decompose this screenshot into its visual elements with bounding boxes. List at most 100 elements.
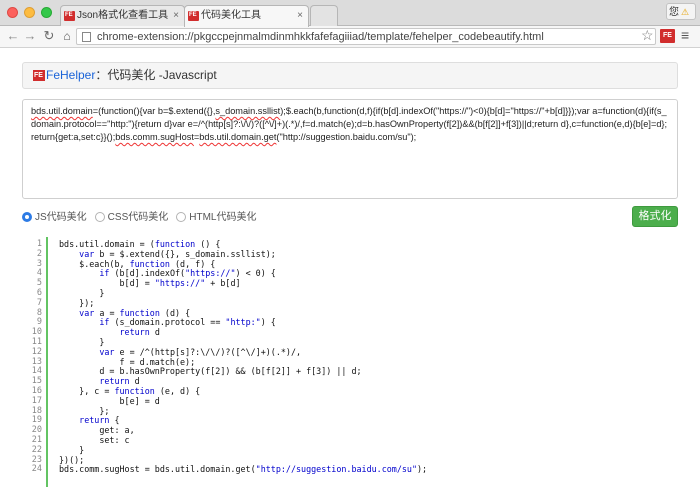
radio-option[interactable]: JS代码美化	[22, 211, 87, 225]
address-bar[interactable]: chrome-extension://pkgccpejnmalmdinmhkkf…	[76, 28, 656, 45]
code-line: b[e] = d	[59, 395, 427, 407]
minimize-window-button[interactable]	[24, 7, 35, 18]
bookmark-star-icon[interactable]: ☆	[641, 27, 654, 43]
source-text-segment: bds.comm.sugHost	[115, 132, 194, 142]
code-token: set: c	[59, 434, 130, 445]
code-token: if	[99, 268, 110, 279]
code-line: }	[59, 444, 427, 456]
line-number: 24	[31, 464, 42, 475]
radio-option[interactable]: HTML代码美化	[176, 211, 256, 225]
code-token: d	[149, 327, 160, 338]
tab-title: 代码美化工具	[201, 10, 261, 21]
reload-icon[interactable]: ↻	[41, 28, 57, 44]
close-window-button[interactable]	[7, 7, 18, 18]
radio-dot-icon	[94, 212, 105, 222]
code-token: (e, d) {	[154, 385, 201, 396]
code-token: (b[d].indexOf(	[109, 268, 186, 279]
code-token: {	[109, 415, 120, 426]
code-token: if	[99, 317, 110, 328]
code-token: "http:"	[225, 317, 261, 328]
tab-code-beautify[interactable]: 代码美化工具 ×	[184, 5, 309, 27]
radio-label: JS代码美化	[35, 212, 87, 223]
source-text-segment: bds.util.domain	[31, 106, 93, 116]
profile-button[interactable]: 您 ⚠	[666, 3, 696, 20]
browser-titlebar: Json格式化查看工具 × 代码美化工具 × 您⚠	[0, 0, 700, 27]
fehelper-logo-icon	[33, 63, 45, 88]
page-header: FeHelper：代码美化 -Javascript	[22, 62, 678, 89]
code-line: return d	[59, 327, 427, 338]
maximize-window-button[interactable]	[41, 7, 52, 18]
radio-option[interactable]: CSS代码美化	[94, 211, 169, 225]
fehelper-favicon-icon	[188, 6, 199, 25]
code-token: b = $.extend({}, s_domain.ssllist);	[94, 248, 276, 259]
code-output: bds.util.domain = (function () { var b =…	[59, 239, 428, 475]
forward-arrow-icon[interactable]: →	[22, 28, 38, 44]
code-token: }	[59, 444, 85, 455]
code-token: function	[154, 239, 196, 249]
code-token: }, c =	[59, 385, 115, 396]
back-arrow-icon[interactable]: ←	[5, 28, 21, 44]
code-token: "https://"	[185, 268, 236, 279]
browser-toolbar: ← → ↻ ⌂ chrome-extension://pkgccpejnmalm…	[0, 26, 700, 48]
code-token: function	[119, 307, 160, 318]
code-token: var	[79, 248, 95, 259]
code-token: e = /^(http[s]?:\/\/)?([^\/]+)(.*)/,	[114, 346, 302, 357]
code-token: (d) {	[159, 307, 191, 318]
new-tab-button[interactable]	[310, 5, 338, 26]
code-token: b[e] = d	[59, 395, 160, 406]
radio-label: HTML代码美化	[189, 212, 257, 223]
source-text-segment: ("http://suggestion.baidu.com/su");	[276, 132, 417, 142]
radio-label: CSS代码美化	[107, 212, 169, 223]
beautify-type-options: JS代码美化 CSS代码美化 HTML代码美化	[22, 211, 264, 227]
code-token: + b[d]	[205, 278, 241, 289]
code-token: (d, f) {	[169, 258, 216, 269]
code-token: function	[114, 385, 155, 396]
formatted-output[interactable]: 1 2 3 4 5 6 7 8 9 10 11 12 13 14 15 16 17 18 19 20 21 22 23 24 …	[22, 237, 678, 487]
code-line: set: c	[59, 434, 427, 446]
code-token: );	[417, 464, 428, 475]
radio-dot-icon	[22, 212, 32, 222]
menu-icon[interactable]: ≡	[681, 27, 689, 43]
source-text-segment: =(function(){var b=$.extend({},	[92, 106, 216, 116]
code-token: function	[129, 258, 170, 269]
code-token: ) {	[260, 317, 276, 328]
tab-close-icon[interactable]: ×	[297, 6, 303, 26]
format-button[interactable]: 格式化	[632, 206, 678, 227]
tab-close-icon[interactable]: ×	[173, 6, 179, 26]
radio-dot-icon	[176, 212, 187, 222]
code-token: }	[59, 336, 105, 347]
source-text-segment: s_domain.ssllist	[215, 106, 281, 116]
gutter-divider	[46, 237, 48, 487]
code-token: return	[79, 415, 110, 426]
tab-title: Json格式化查看工具	[77, 10, 169, 21]
code-token: d = b.hasOwnProperty(f[2]) && (b[f[2]] +…	[59, 366, 362, 377]
fehelper-extension-icon[interactable]: FE	[660, 29, 675, 43]
home-icon[interactable]: ⌂	[59, 28, 75, 44]
code-token: })();	[59, 454, 85, 465]
brand-name: FeHelper	[46, 68, 96, 82]
header-separator: ：	[95, 68, 108, 82]
source-code-input[interactable]: bds.util.domain=(function(){var b=$.exte…	[22, 99, 678, 199]
line-numbers: 1 2 3 4 5 6 7 8 9 10 11 12 13 14 15 16 17 18 19 20 21 22 23 24	[22, 239, 42, 475]
code-token: }	[59, 287, 105, 298]
code-line: bds.comm.sugHost = bds.util.domain.get("…	[59, 464, 428, 475]
tab-json-tool[interactable]: Json格式化查看工具 ×	[60, 5, 185, 26]
code-token: return	[99, 376, 130, 387]
code-token: () {	[195, 239, 221, 249]
code-token: b[d] =	[59, 278, 155, 289]
code-token: var	[99, 346, 115, 357]
page-title: 代码美化 -Javascript	[107, 68, 217, 82]
code-token: return	[119, 327, 150, 338]
code-token: };	[59, 405, 110, 416]
code-token: d	[129, 376, 140, 387]
code-token: get: a,	[59, 425, 135, 436]
code-token: });	[59, 297, 95, 308]
code-token: bds.comm.sugHost = bds.util.domain.get(	[59, 464, 256, 475]
